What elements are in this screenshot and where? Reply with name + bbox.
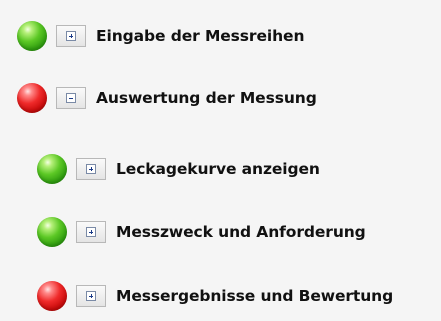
plus-icon [86,164,96,174]
tree-node-label: Eingabe der Messreihen [96,27,305,45]
status-red-icon [17,83,47,113]
plus-icon [86,291,96,301]
tree-node-leckagekurve-anzeigen[interactable]: Leckagekurve anzeigen [37,153,320,185]
tree-node-messzweck-und-anforderung[interactable]: Messzweck und Anforderung [37,216,366,248]
tree-node-label: Leckagekurve anzeigen [116,160,320,178]
plus-icon [66,31,76,41]
tree-node-messergebnisse-und-bewertung[interactable]: Messergebnisse und Bewertung [37,280,393,312]
tree-view: Eingabe der Messreihen Auswertung der Me… [0,0,441,321]
tree-node-label: Messergebnisse und Bewertung [116,287,394,305]
expand-button[interactable] [56,25,86,47]
expand-button[interactable] [76,285,106,307]
status-red-icon [37,281,67,311]
collapse-button[interactable] [56,87,86,109]
expand-button[interactable] [76,158,106,180]
tree-node-label: Auswertung der Messung [96,89,317,107]
status-green-icon [37,154,67,184]
tree-node-eingabe-der-messreihen[interactable]: Eingabe der Messreihen [17,20,304,52]
tree-node-label: Messzweck und Anforderung [116,223,366,241]
minus-icon [66,93,76,103]
expand-button[interactable] [76,221,106,243]
status-green-icon [17,21,47,51]
status-green-icon [37,217,67,247]
plus-icon [86,227,96,237]
tree-node-auswertung-der-messung[interactable]: Auswertung der Messung [17,82,317,114]
